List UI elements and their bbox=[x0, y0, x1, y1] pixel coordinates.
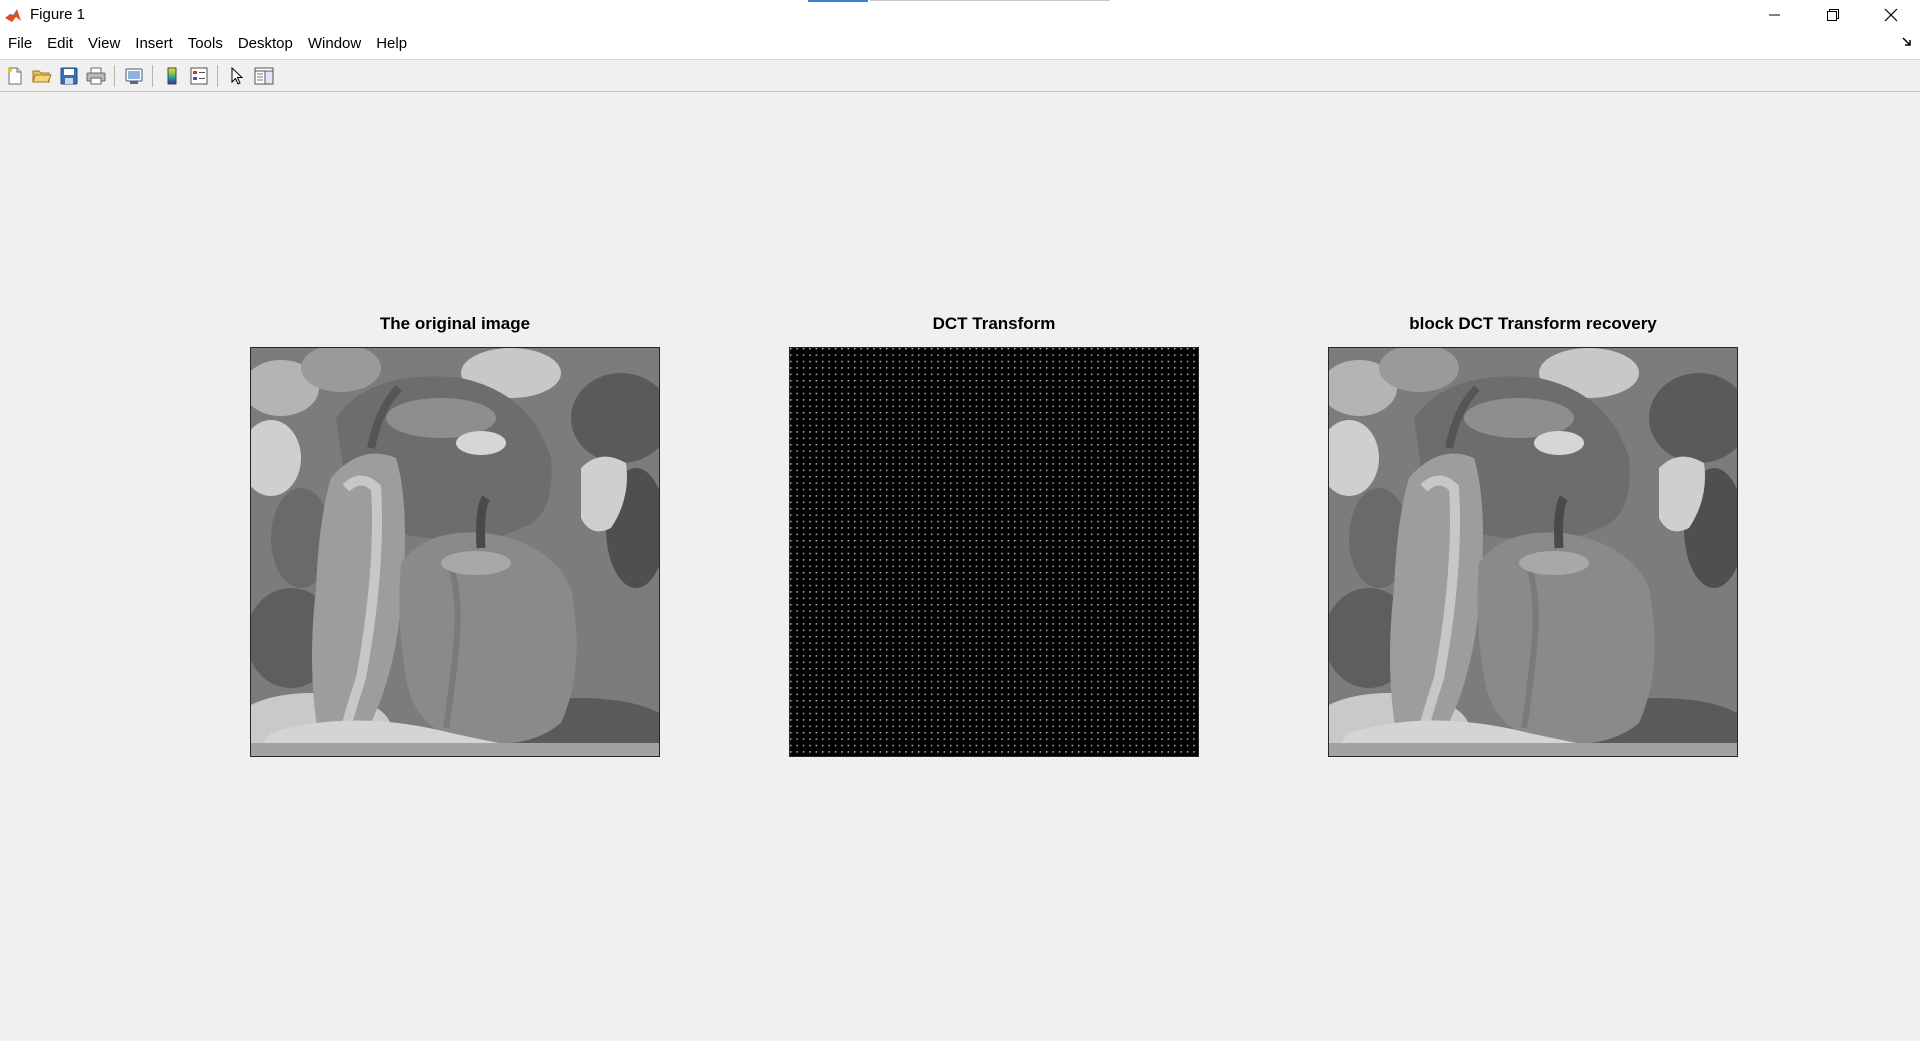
menu-tools[interactable]: Tools bbox=[181, 29, 230, 59]
minimize-button[interactable] bbox=[1746, 0, 1804, 29]
new-figure-button[interactable] bbox=[3, 64, 27, 88]
menu-view[interactable]: View bbox=[81, 29, 127, 59]
property-inspector-button[interactable] bbox=[252, 64, 276, 88]
menu-insert[interactable]: Insert bbox=[128, 29, 180, 59]
open-file-icon bbox=[32, 70, 52, 82]
menu-bar: File Edit View Insert Tools Desktop Wind… bbox=[0, 29, 1920, 60]
restore-button[interactable] bbox=[1804, 0, 1862, 29]
menu-desktop[interactable]: Desktop bbox=[231, 29, 300, 59]
axes-dct-transform[interactable]: DCT Transform bbox=[789, 314, 1199, 757]
dct-coefficient-image bbox=[790, 348, 1198, 756]
insert-legend-button[interactable] bbox=[187, 64, 211, 88]
figure-canvas: The original image DCT Transform block D… bbox=[0, 92, 1920, 1041]
dct-image bbox=[789, 347, 1199, 757]
edit-plot-icon bbox=[231, 66, 244, 85]
axes-title: DCT Transform bbox=[932, 314, 1056, 333]
original-image bbox=[250, 347, 660, 757]
save-icon bbox=[60, 67, 78, 84]
axes-original-image[interactable]: The original image bbox=[250, 314, 660, 757]
axes-dct-recovery[interactable]: block DCT Transform recovery bbox=[1328, 314, 1738, 757]
menu-help[interactable]: Help bbox=[369, 29, 414, 59]
recovered-image bbox=[1328, 347, 1738, 757]
print-button[interactable] bbox=[84, 64, 108, 88]
edit-plot-button[interactable] bbox=[225, 64, 249, 88]
colorbar-icon bbox=[167, 67, 177, 84]
figure-toolbar bbox=[0, 60, 1920, 92]
close-button[interactable] bbox=[1862, 0, 1920, 29]
open-file-button[interactable] bbox=[30, 64, 54, 88]
insert-colorbar-button[interactable] bbox=[160, 64, 184, 88]
window-titlebar: Figure 1 bbox=[0, 0, 1920, 29]
peppers-image bbox=[251, 348, 659, 756]
window-controls bbox=[1746, 0, 1920, 29]
menu-window[interactable]: Window bbox=[301, 29, 368, 59]
toolbar-separator bbox=[152, 64, 153, 87]
dock-arrow-icon[interactable] bbox=[1902, 37, 1912, 47]
matlab-icon bbox=[4, 5, 22, 24]
title-accent-line bbox=[808, 0, 868, 2]
close-icon bbox=[1884, 8, 1898, 21]
toolbar-separator bbox=[114, 64, 115, 87]
toolbar-separator bbox=[217, 64, 218, 87]
property-inspector-icon bbox=[254, 67, 274, 84]
print-icon bbox=[86, 67, 106, 84]
save-button[interactable] bbox=[57, 64, 81, 88]
legend-icon bbox=[190, 67, 208, 84]
title-divider-line bbox=[870, 0, 1110, 1]
menu-file[interactable]: File bbox=[1, 29, 39, 59]
axes-title: block DCT Transform recovery bbox=[1409, 314, 1657, 333]
window-title: Figure 1 bbox=[30, 6, 86, 23]
print-preview-icon bbox=[125, 68, 143, 84]
peppers-recovered-image bbox=[1329, 348, 1737, 756]
menu-edit[interactable]: Edit bbox=[40, 29, 80, 59]
axes-title: The original image bbox=[379, 314, 531, 333]
print-preview-button[interactable] bbox=[122, 64, 146, 88]
minimize-icon bbox=[1769, 14, 1780, 15]
new-figure-icon bbox=[8, 67, 22, 84]
restore-icon bbox=[1827, 8, 1839, 21]
